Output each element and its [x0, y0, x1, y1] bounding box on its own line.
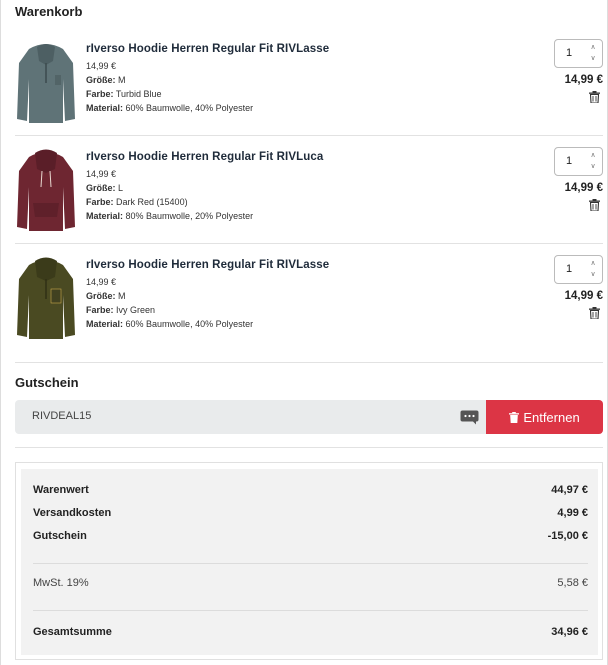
- item-color: Farbe: Dark Red (15400): [86, 195, 466, 209]
- item-unit-price: 14,99 €: [86, 61, 117, 71]
- item-size-label: Größe:: [86, 183, 116, 193]
- item-color-label: Farbe:: [86, 305, 114, 315]
- remove-voucher-label: Entfernen: [523, 409, 580, 425]
- quantity-stepper[interactable]: 1 ∧ ∨: [554, 39, 603, 68]
- trash-icon[interactable]: [589, 91, 600, 103]
- item-title[interactable]: rIverso Hoodie Herren Regular Fit RIVLas…: [86, 259, 466, 271]
- summary-shipping-label: Versandkosten: [33, 507, 112, 519]
- item-material-label: Material:: [86, 319, 124, 329]
- chevron-up-icon[interactable]: ∧: [587, 258, 599, 269]
- item-material-label: Material:: [86, 211, 124, 221]
- chevron-up-icon[interactable]: ∧: [587, 42, 599, 53]
- summary-total-label: Gesamtsumme: [33, 626, 112, 638]
- item-title[interactable]: rIverso Hoodie Herren Regular Fit RIVLas…: [86, 43, 466, 55]
- item-size: Größe: M: [86, 289, 466, 303]
- summary-voucher-label: Gutschein: [33, 530, 87, 542]
- item-unit-price: 14,99 €: [86, 277, 117, 287]
- divider: [33, 563, 588, 564]
- item-total-price: 14,99 €: [564, 74, 603, 86]
- item-color-value: Turbid Blue: [115, 89, 162, 99]
- item-info: rIverso Hoodie Herren Regular Fit RIVLas…: [86, 43, 466, 115]
- summary-vat-label: MwSt. 19%: [33, 577, 89, 589]
- item-material: Material: 80% Baumwolle, 20% Polyester: [86, 209, 466, 223]
- item-color-label: Farbe:: [86, 89, 114, 99]
- item-total-price: 14,99 €: [564, 290, 603, 302]
- product-image[interactable]: [15, 39, 77, 125]
- cart-item: rIverso Hoodie Herren Regular Fit RIVLuc…: [15, 147, 603, 255]
- summary-shipping-value: 4,99 €: [557, 507, 588, 519]
- chevron-up-icon[interactable]: ∧: [587, 150, 599, 161]
- item-material-label: Material:: [86, 103, 124, 113]
- message-icon: [460, 410, 479, 425]
- item-size-value: M: [118, 75, 126, 85]
- voucher-code: RIVDEAL15: [32, 410, 92, 422]
- item-size-label: Größe:: [86, 75, 116, 85]
- item-size: Größe: M: [86, 73, 466, 87]
- cart-title: Warenkorb: [15, 4, 83, 19]
- chevron-down-icon[interactable]: ∨: [587, 53, 599, 64]
- summary-voucher-value: -15,00 €: [547, 530, 588, 542]
- item-size-value: M: [118, 291, 126, 301]
- quantity-arrows[interactable]: ∧ ∨: [587, 42, 599, 65]
- quantity-stepper[interactable]: 1 ∧ ∨: [554, 147, 603, 176]
- item-total-price: 14,99 €: [564, 182, 603, 194]
- item-material: Material: 60% Baumwolle, 40% Polyester: [86, 101, 466, 115]
- remove-voucher-button[interactable]: Entfernen: [486, 400, 603, 434]
- item-color-value: Ivy Green: [116, 305, 156, 315]
- order-summary-panel: Warenwert 44,97 € Versandkosten 4,99 € G…: [21, 469, 598, 655]
- item-info: rIverso Hoodie Herren Regular Fit RIVLas…: [86, 259, 466, 331]
- order-summary: Warenwert 44,97 € Versandkosten 4,99 € G…: [15, 462, 603, 660]
- item-material-value: 60% Baumwolle, 40% Polyester: [125, 103, 254, 113]
- divider: [15, 243, 603, 244]
- summary-goods-label: Warenwert: [33, 484, 89, 496]
- quantity-value[interactable]: 1: [566, 155, 572, 167]
- trash-icon[interactable]: [589, 199, 600, 211]
- item-color: Farbe: Turbid Blue: [86, 87, 466, 101]
- item-color-label: Farbe:: [86, 197, 114, 207]
- item-title[interactable]: rIverso Hoodie Herren Regular Fit RIVLuc…: [86, 151, 466, 163]
- summary-total-value: 34,96 €: [551, 626, 588, 638]
- quantity-value[interactable]: 1: [566, 47, 572, 59]
- item-material-value: 80% Baumwolle, 20% Polyester: [125, 211, 254, 221]
- item-size-label: Größe:: [86, 291, 116, 301]
- divider: [15, 362, 603, 363]
- trash-icon[interactable]: [589, 307, 600, 319]
- summary-vat-value: 5,58 €: [557, 577, 588, 589]
- quantity-stepper[interactable]: 1 ∧ ∨: [554, 255, 603, 284]
- divider: [15, 135, 603, 136]
- quantity-arrows[interactable]: ∧ ∨: [587, 258, 599, 281]
- voucher-title: Gutschein: [15, 375, 79, 390]
- item-material-value: 60% Baumwolle, 40% Polyester: [125, 319, 254, 329]
- item-size: Größe: L: [86, 181, 466, 195]
- divider: [33, 610, 588, 611]
- item-size-value: L: [118, 183, 124, 193]
- product-image[interactable]: [15, 147, 77, 233]
- summary-goods-value: 44,97 €: [551, 484, 588, 496]
- cart-item: rIverso Hoodie Herren Regular Fit RIVLas…: [15, 39, 603, 147]
- item-unit-price: 14,99 €: [86, 169, 117, 179]
- quantity-value[interactable]: 1: [566, 263, 572, 275]
- item-color: Farbe: Ivy Green: [86, 303, 466, 317]
- item-material: Material: 60% Baumwolle, 40% Polyester: [86, 317, 466, 331]
- chevron-down-icon[interactable]: ∨: [587, 161, 599, 172]
- trash-icon: [509, 411, 520, 423]
- product-image[interactable]: [15, 255, 77, 341]
- cart-item: rIverso Hoodie Herren Regular Fit RIVLas…: [15, 255, 603, 363]
- quantity-arrows[interactable]: ∧ ∨: [587, 150, 599, 173]
- item-info: rIverso Hoodie Herren Regular Fit RIVLuc…: [86, 151, 466, 223]
- chevron-down-icon[interactable]: ∨: [587, 269, 599, 280]
- divider: [15, 447, 603, 448]
- item-color-value: Dark Red (15400): [116, 197, 188, 207]
- voucher-field[interactable]: RIVDEAL15: [15, 400, 487, 434]
